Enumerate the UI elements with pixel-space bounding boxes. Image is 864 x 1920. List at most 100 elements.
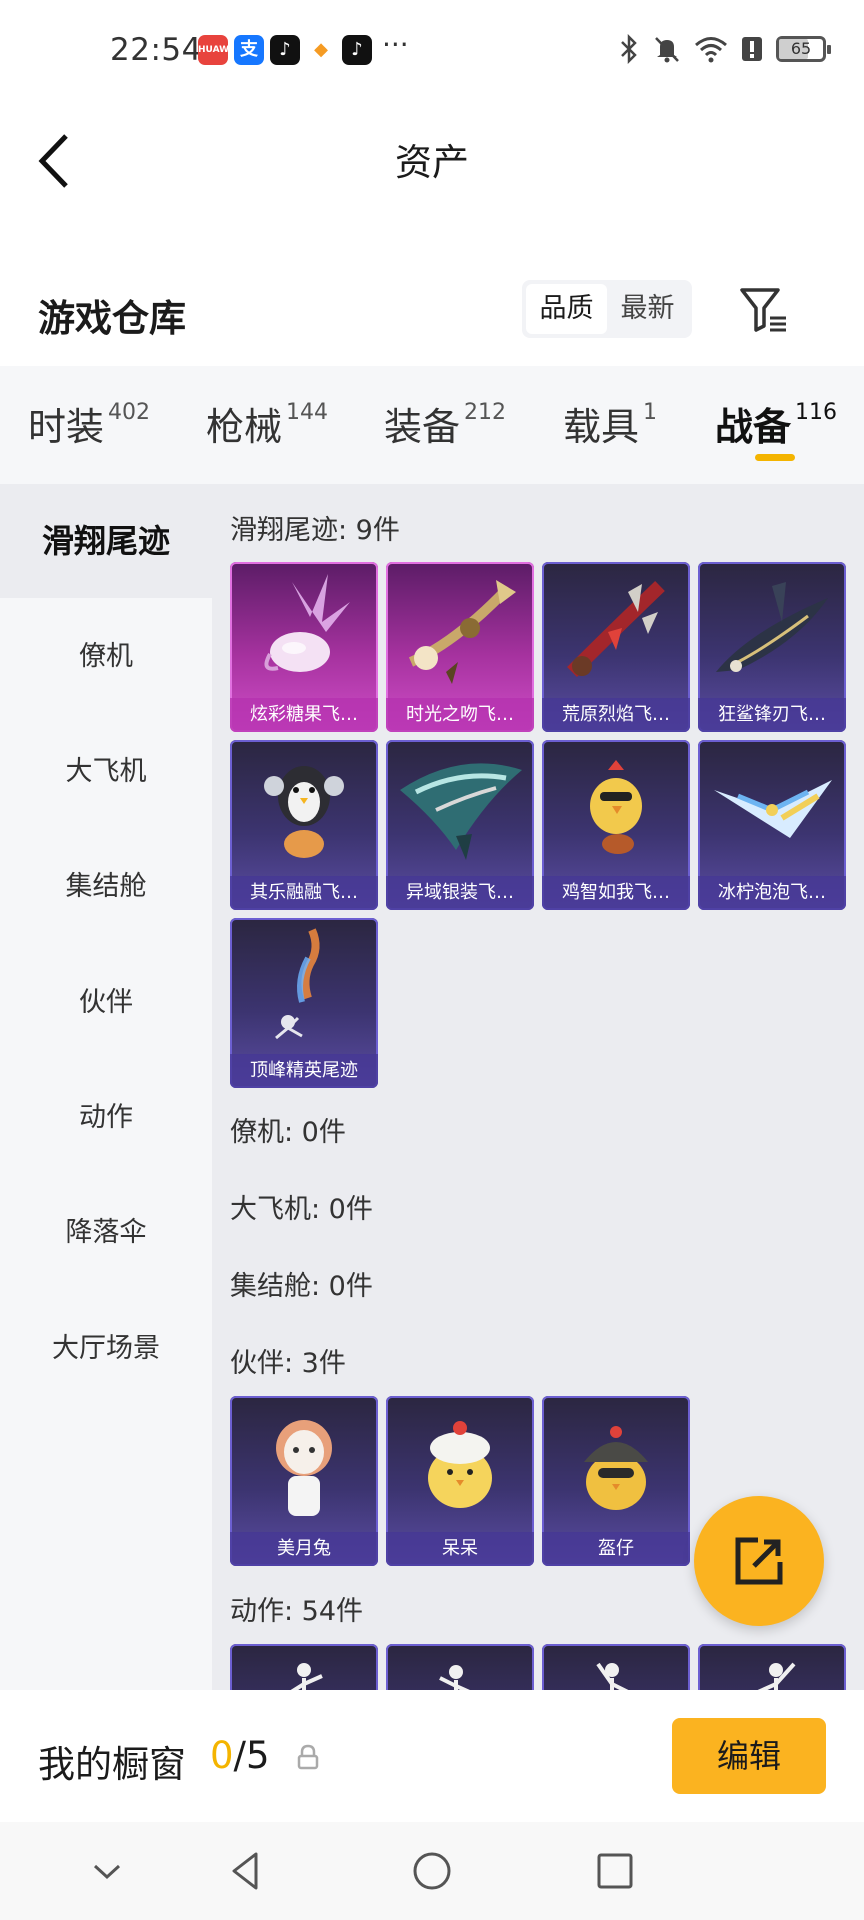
game-app-icon: ◆ <box>306 35 336 65</box>
battery-level: 65 <box>790 39 812 58</box>
item-card[interactable]: 其乐融融飞… <box>230 740 378 910</box>
sort-toggle: 品质 最新 <box>522 280 692 338</box>
sidebar-item-lobby-scenes[interactable]: 大厅场景 <box>0 1292 212 1406</box>
sidebar-item-partners[interactable]: 伙伴 <box>0 946 212 1060</box>
alipay-icon: 支 <box>234 35 264 65</box>
alert-icon <box>742 37 762 61</box>
action-pose-image <box>757 1662 796 1690</box>
lemon-bubble-glider-image <box>714 780 832 838</box>
bluetooth-icon <box>621 34 637 64</box>
section-title-glide-trails: 滑翔尾迹: 9件 <box>230 515 400 546</box>
showcase-count: 0/5 <box>210 1734 270 1777</box>
nav-back-icon[interactable] <box>222 1846 272 1896</box>
showcase-bar: 我的橱窗 0/5 编辑 <box>0 1690 864 1822</box>
filter-button[interactable] <box>738 284 790 336</box>
page-title: 资产 <box>395 141 469 184</box>
nav-recents-icon[interactable] <box>590 1846 640 1896</box>
warehouse-header: 游戏仓库 品质 最新 <box>0 264 864 364</box>
lock-icon <box>297 1744 319 1770</box>
wasteland-flame-glider-image <box>567 580 665 677</box>
sidebar-item-wingmen[interactable]: 僚机 <box>0 600 212 714</box>
filter-icon <box>740 288 786 332</box>
section-title-partners: 伙伴: 3件 <box>230 1348 346 1379</box>
item-card[interactable]: 炫彩糖果飞… <box>230 562 378 732</box>
nav-home-icon[interactable] <box>407 1846 457 1896</box>
category-tabs: 时装 402 枪械 144 装备 212 载具 1 战备 116 <box>0 366 864 484</box>
battery-icon: 65 <box>776 36 831 62</box>
tab-count: 212 <box>464 400 507 425</box>
tab-label: 时装 <box>28 405 105 449</box>
mute-bell-icon <box>655 37 679 63</box>
warehouse-title: 游戏仓库 <box>38 297 186 340</box>
item-card[interactable]: 异域银装飞… <box>386 740 534 910</box>
tab-count: 116 <box>795 400 838 425</box>
showcase-total: /5 <box>233 1734 270 1777</box>
status-time: 22:54 <box>110 32 202 68</box>
share-button[interactable] <box>694 1496 824 1626</box>
item-card[interactable]: 狂鲨锋刃飞… <box>698 562 846 732</box>
more-notifications-icon: ··· <box>382 28 409 61</box>
item-card[interactable] <box>230 1644 378 1690</box>
item-card[interactable]: 冰柠泡泡飞… <box>698 740 846 910</box>
penguin-glider-image <box>264 766 344 858</box>
tab-battle-prep[interactable]: 战备 116 <box>715 396 837 451</box>
sidebar-item-glide-trails[interactable]: 滑翔尾迹 <box>0 484 212 598</box>
item-card[interactable]: 鸡智如我飞… <box>542 740 690 910</box>
item-name: 盔仔 <box>542 1532 690 1566</box>
sidebar-item-actions[interactable]: 动作 <box>0 1061 212 1175</box>
status-bar: 22:54 HUAWEI 支 ♪ ◆ ♪ ··· 65 <box>0 0 864 104</box>
showcase-label: 我的橱窗 <box>38 1743 186 1786</box>
tab-firearms[interactable]: 枪械 144 <box>206 396 328 451</box>
item-card[interactable]: 盔仔 <box>542 1396 690 1566</box>
action-pose-image <box>596 1662 629 1690</box>
item-card[interactable]: 顶峰精英尾迹 <box>230 918 378 1088</box>
tab-count: 1 <box>643 400 658 425</box>
tab-vehicles[interactable]: 载具 1 <box>563 396 657 451</box>
item-name: 其乐融融飞… <box>230 876 378 910</box>
tab-label: 装备 <box>384 405 461 449</box>
item-card[interactable] <box>386 1644 534 1690</box>
system-navigation-bar <box>0 1822 864 1920</box>
sort-option-newest[interactable]: 最新 <box>607 284 688 334</box>
exotic-silver-glider-image <box>400 763 522 860</box>
moon-rabbit-image <box>276 1420 332 1516</box>
tab-count: 402 <box>108 400 151 425</box>
item-card[interactable]: 美月兔 <box>230 1396 378 1566</box>
item-name: 鸡智如我飞… <box>542 876 690 910</box>
huawei-store-icon: HUAWEI <box>198 35 239 65</box>
item-card[interactable] <box>542 1644 690 1690</box>
chicken-glider-image <box>590 760 642 854</box>
time-kiss-glider-image <box>408 580 516 684</box>
item-name: 狂鲨锋刃飞… <box>698 698 846 732</box>
helmet-chick-image <box>584 1426 648 1510</box>
tiktok-icon-2: ♪ <box>342 35 372 65</box>
item-name: 时光之吻飞… <box>386 698 534 732</box>
item-name: 美月兔 <box>230 1532 378 1566</box>
item-card[interactable]: 时光之吻飞… <box>386 562 534 732</box>
tab-fashion[interactable]: 时装 402 <box>28 396 150 451</box>
edit-button[interactable]: 编辑 <box>672 1718 826 1794</box>
tab-count: 144 <box>286 400 329 425</box>
sidebar-item-capsules[interactable]: 集结舱 <box>0 830 212 944</box>
sort-option-quality[interactable]: 品质 <box>526 284 607 334</box>
item-name: 荒原烈焰飞… <box>542 698 690 732</box>
nav-header: 资产 <box>0 104 864 224</box>
showcase-current: 0 <box>210 1734 234 1777</box>
tab-label: 载具 <box>563 405 640 449</box>
section-title-actions: 动作: 54件 <box>230 1596 364 1627</box>
item-card[interactable]: 呆呆 <box>386 1396 534 1566</box>
item-name: 冰柠泡泡飞… <box>698 876 846 910</box>
item-card[interactable] <box>698 1644 846 1690</box>
section-title-wingmen: 僚机: 0件 <box>230 1117 346 1148</box>
sidebar-item-parachutes[interactable]: 降落伞 <box>0 1176 212 1290</box>
section-title-big-planes: 大飞机: 0件 <box>230 1194 373 1225</box>
chevron-down-icon[interactable] <box>82 1846 132 1896</box>
section-title-capsules: 集结舱: 0件 <box>230 1271 373 1302</box>
summit-elite-trail-image <box>275 928 320 1040</box>
tab-equipment[interactable]: 装备 212 <box>384 396 506 451</box>
action-pose-image <box>290 1663 323 1690</box>
tab-label: 枪械 <box>206 405 283 449</box>
item-card[interactable]: 荒原烈焰飞… <box>542 562 690 732</box>
sidebar-item-big-planes[interactable]: 大飞机 <box>0 715 212 829</box>
active-tab-indicator <box>755 454 795 461</box>
